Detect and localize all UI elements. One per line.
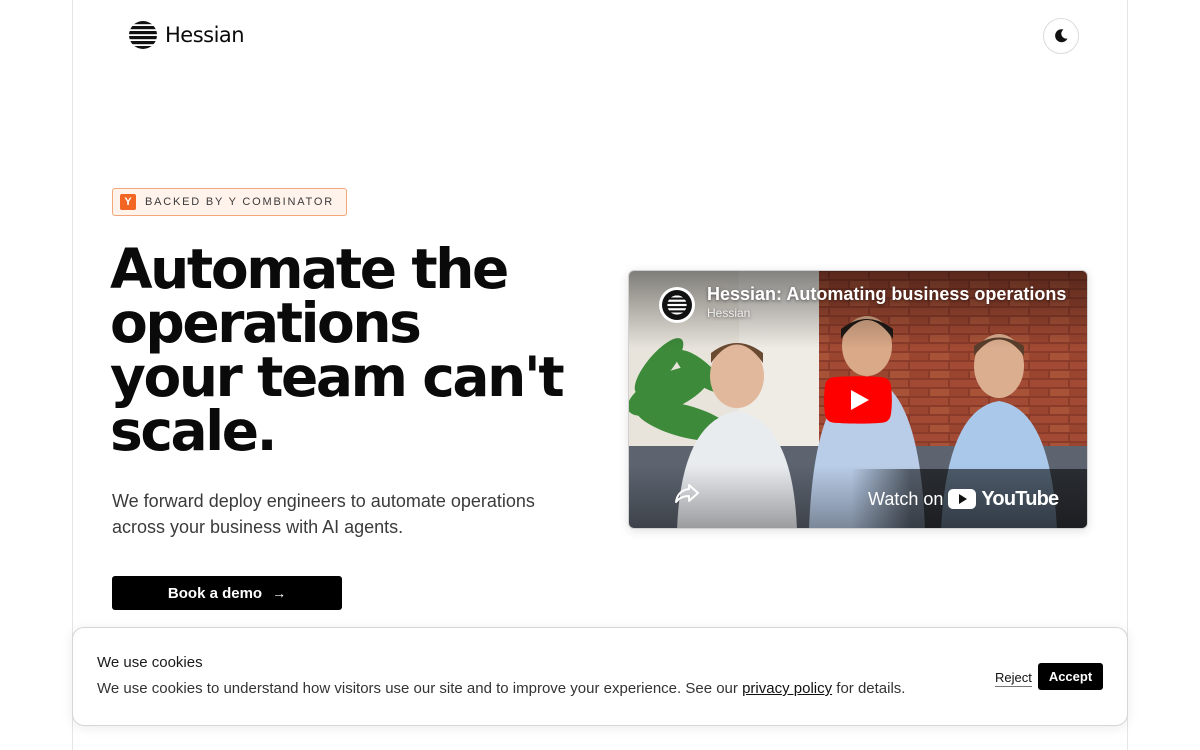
- accept-cookies-button[interactable]: Accept: [1038, 663, 1103, 690]
- brand-name: Hessian: [165, 23, 245, 47]
- watch-on-youtube-link[interactable]: Watch on YouTube: [851, 469, 1087, 528]
- arrow-right-icon: →: [272, 585, 287, 601]
- video-title[interactable]: Hessian: Automating business operations: [707, 284, 1066, 305]
- cookie-title: We use cookies: [97, 654, 203, 671]
- hero-headline: Automate the operations your team can't …: [110, 237, 590, 463]
- yc-logo-icon: Y: [120, 194, 136, 210]
- book-demo-button[interactable]: Book a demo →: [112, 576, 342, 610]
- channel-avatar[interactable]: [659, 287, 695, 323]
- brand-logo[interactable]: Hessian: [129, 21, 245, 49]
- hero-subhead: We forward deploy engineers to automate …: [112, 491, 535, 537]
- badge-label: BACKED BY Y COMBINATOR: [145, 196, 334, 208]
- cta-label: Book a demo: [167, 584, 263, 602]
- headline-line: your team can't: [110, 345, 565, 409]
- video-channel[interactable]: Hessian: [707, 306, 750, 320]
- headline-line: operations: [110, 291, 422, 355]
- cookie-message: We use cookies to understand how visitor…: [97, 680, 905, 697]
- cookie-banner: We use cookies We use cookies to underst…: [72, 627, 1128, 726]
- share-icon[interactable]: [673, 479, 701, 507]
- watch-on-label: Watch on: [868, 488, 944, 509]
- moon-icon: [1055, 29, 1068, 43]
- hessian-logo-icon: [129, 21, 157, 49]
- headline-line: scale.: [110, 399, 278, 463]
- privacy-policy-link[interactable]: privacy policy: [742, 680, 832, 697]
- cookie-text-after: for details.: [832, 680, 906, 697]
- play-icon[interactable]: [824, 376, 892, 424]
- headline-line: Automate the: [110, 237, 509, 301]
- hessian-logo-icon: [662, 290, 692, 320]
- theme-toggle-button[interactable]: [1043, 18, 1079, 54]
- video-embed[interactable]: Hessian: Automating business operations …: [628, 270, 1088, 529]
- yc-badge: Y BACKED BY Y COMBINATOR: [112, 188, 347, 216]
- reject-cookies-button[interactable]: Reject: [995, 670, 1032, 687]
- youtube-logo-icon: [948, 489, 977, 509]
- cookie-text-before: We use cookies to understand how visitor…: [97, 680, 743, 697]
- youtube-wordmark: YouTube: [981, 487, 1059, 510]
